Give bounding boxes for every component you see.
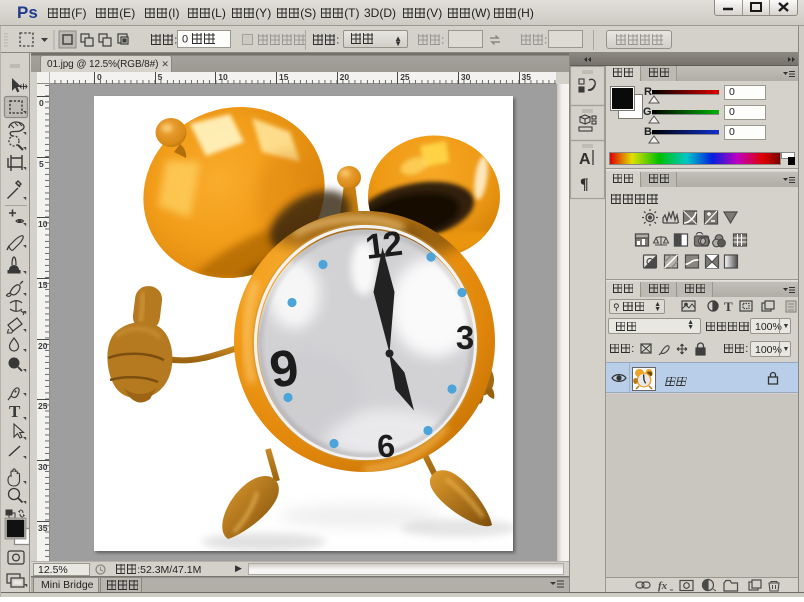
svg-text:A: A xyxy=(579,151,591,168)
svg-text:T: T xyxy=(9,402,21,421)
svg-text:fx: fx xyxy=(658,580,668,592)
svg-text:6: 6 xyxy=(376,427,397,464)
svg-text:3: 3 xyxy=(456,319,474,356)
svg-text:T: T xyxy=(724,299,733,314)
svg-text:¶: ¶ xyxy=(580,176,589,193)
